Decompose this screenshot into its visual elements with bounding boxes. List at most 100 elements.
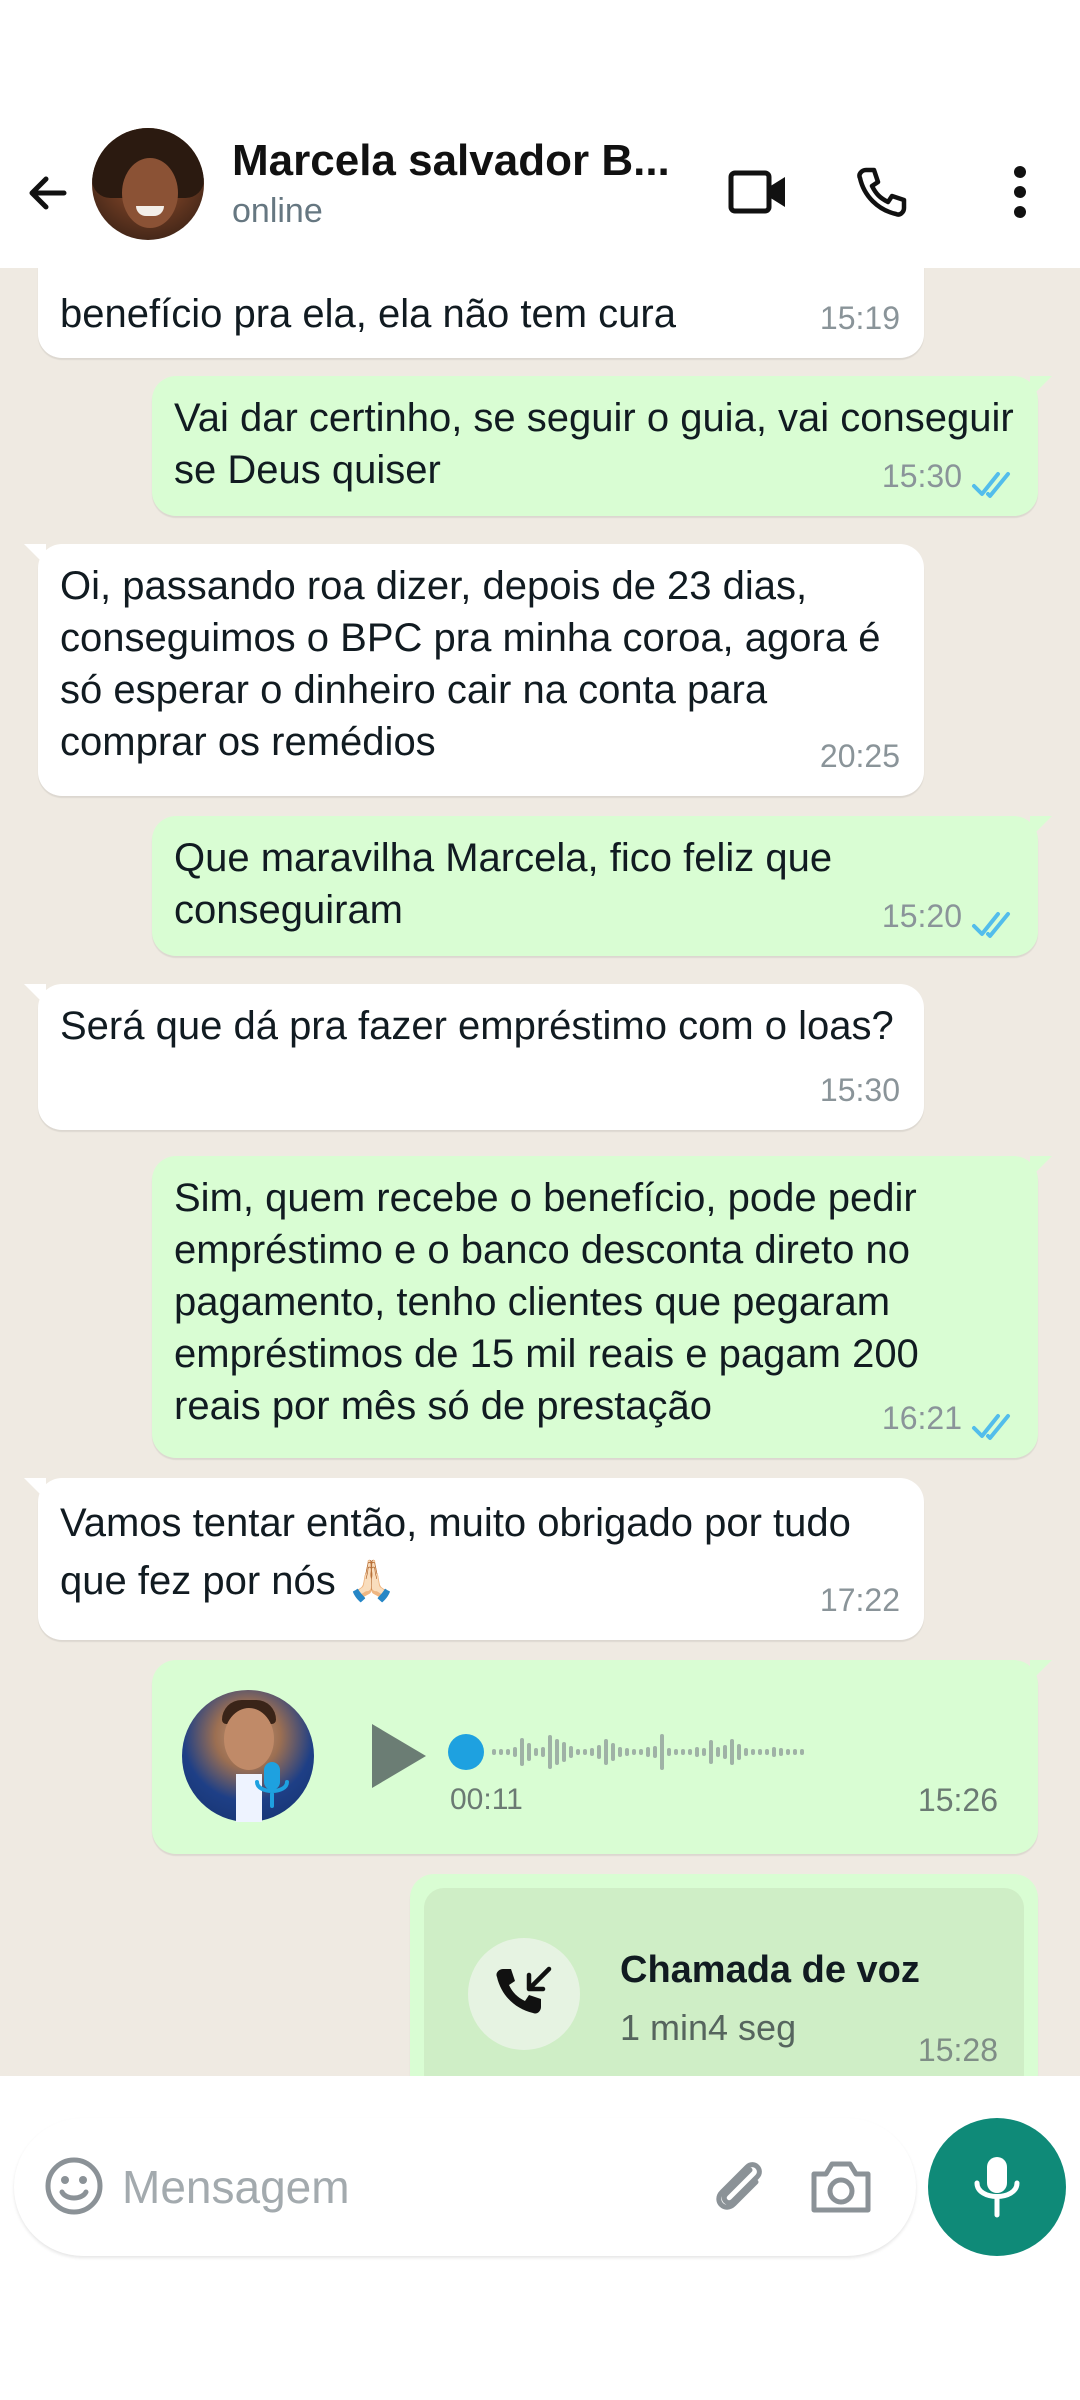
waveform-bar bbox=[737, 1744, 741, 1760]
voice-message-bubble[interactable]: 00:11 15:26 bbox=[152, 1660, 1052, 1854]
message-bubble-incoming[interactable]: Oi, passando roa dizer, depois de 23 dia… bbox=[24, 544, 924, 796]
call-log-bubble[interactable]: Chamada de voz 1 min4 seg 15:28 bbox=[410, 1874, 1038, 2076]
video-camera-icon bbox=[728, 170, 785, 214]
playback-position-dot bbox=[448, 1734, 484, 1770]
phone-icon bbox=[857, 167, 907, 217]
waveform-bar bbox=[674, 1749, 678, 1755]
waveform-bar bbox=[492, 1749, 496, 1755]
message-bubble-outgoing[interactable]: Vai dar certinho, se seguir o guia, vai … bbox=[152, 376, 1052, 516]
more-vertical-icon bbox=[1014, 166, 1026, 218]
waveform-bar bbox=[716, 1747, 720, 1757]
video-call-button[interactable] bbox=[722, 156, 794, 228]
message-time: 15:19 bbox=[819, 300, 900, 336]
message-text: Vamos tentar então, muito obrigado por t… bbox=[60, 1501, 851, 1603]
contact-name[interactable]: Marcela salvador B... bbox=[232, 136, 692, 186]
read-receipt-icon bbox=[972, 472, 1010, 498]
waveform-bar bbox=[786, 1749, 790, 1755]
waveform-bar bbox=[709, 1740, 713, 1764]
call-time: 15:28 bbox=[917, 2032, 998, 2068]
status-bar bbox=[0, 0, 1080, 120]
sender-avatar bbox=[182, 1690, 314, 1822]
waveform-bar bbox=[793, 1749, 797, 1755]
message-bubble-incoming[interactable]: Será que dá pra fazer empréstimo com o l… bbox=[24, 984, 924, 1130]
message-time: 15:30 bbox=[819, 1072, 900, 1108]
waveform-bar bbox=[527, 1743, 531, 1761]
waveform-bar bbox=[730, 1739, 734, 1765]
message-time: 17:22 bbox=[819, 1582, 900, 1618]
call-log-card[interactable]: Chamada de voz 1 min4 seg 15:28 bbox=[424, 1888, 1024, 2076]
play-icon[interactable] bbox=[362, 1718, 432, 1794]
microphone-icon bbox=[974, 2157, 1020, 2218]
waveform-bar bbox=[723, 1745, 727, 1759]
message-composer bbox=[14, 2118, 916, 2256]
message-text: Oi, passando roa dizer, depois de 23 dia… bbox=[60, 564, 881, 764]
waveform-bar bbox=[583, 1749, 587, 1755]
waveform-bar bbox=[499, 1749, 503, 1755]
waveform-bar bbox=[744, 1748, 748, 1756]
contact-avatar[interactable] bbox=[92, 128, 204, 240]
read-receipt-icon bbox=[972, 912, 1010, 938]
message-time: 15:30 bbox=[881, 458, 962, 494]
paperclip-icon[interactable] bbox=[704, 2152, 774, 2222]
message-time: 15:20 bbox=[881, 898, 962, 934]
waveform-bar bbox=[590, 1748, 594, 1756]
waveform-bar bbox=[702, 1748, 706, 1756]
message-bubble-incoming[interactable]: benefício pra ela, ela não tem cura 15:1… bbox=[38, 268, 924, 358]
waveform-bar bbox=[604, 1739, 608, 1765]
message-bubble-incoming[interactable]: Vamos tentar então, muito obrigado por t… bbox=[24, 1478, 924, 1640]
chat-header: Marcela salvador B... online bbox=[0, 120, 1080, 268]
waveform-bar bbox=[765, 1749, 769, 1755]
waveform-bar bbox=[548, 1735, 552, 1769]
emoji-icon[interactable] bbox=[42, 2154, 106, 2218]
message-time: 20:25 bbox=[819, 738, 900, 774]
waveform-bar bbox=[646, 1747, 650, 1757]
voice-duration: 00:11 bbox=[450, 1783, 523, 1816]
chat-area[interactable]: benefício pra ela, ela não tem cura 15:1… bbox=[0, 268, 1080, 2076]
voice-call-button[interactable] bbox=[846, 156, 918, 228]
camera-icon[interactable] bbox=[806, 2152, 876, 2222]
waveform-bar bbox=[555, 1739, 559, 1765]
call-duration: 1 min4 seg bbox=[620, 2007, 797, 2048]
incoming-call-icon bbox=[496, 1966, 552, 2014]
arrow-left-icon bbox=[29, 176, 67, 210]
read-receipt-icon bbox=[972, 1414, 1010, 1440]
waveform-bar bbox=[597, 1745, 601, 1759]
waveform-bar bbox=[681, 1749, 685, 1755]
waveform-bar bbox=[520, 1738, 524, 1766]
microphone-icon bbox=[255, 1762, 289, 1808]
contact-status: online bbox=[232, 192, 323, 230]
waveform-bar bbox=[758, 1749, 762, 1755]
waveform-bar bbox=[779, 1748, 783, 1756]
waveform-bar bbox=[660, 1734, 664, 1770]
waveform-bar bbox=[632, 1749, 636, 1755]
waveform-bar bbox=[695, 1747, 699, 1757]
more-options-button[interactable] bbox=[984, 156, 1056, 228]
waveform-bar bbox=[751, 1749, 755, 1755]
waveform-bar bbox=[653, 1746, 657, 1758]
waveform-bar bbox=[569, 1746, 573, 1758]
call-title: Chamada de voz bbox=[620, 1949, 920, 1991]
navigation-bar-area bbox=[0, 2270, 1080, 2400]
waveform-bar bbox=[506, 1749, 510, 1755]
voice-waveform[interactable] bbox=[448, 1722, 814, 1782]
call-icon-badge bbox=[468, 1938, 580, 2050]
waveform-bar bbox=[576, 1749, 580, 1755]
waveform-bar bbox=[611, 1743, 615, 1761]
message-bubble-outgoing[interactable]: Sim, quem recebe o benefício, pode pedir… bbox=[152, 1156, 1052, 1458]
message-bubble-outgoing[interactable]: Que maravilha Marcela, fico feliz que co… bbox=[152, 816, 1052, 956]
waveform-bar bbox=[534, 1748, 538, 1756]
waveform-bar bbox=[772, 1747, 776, 1757]
message-text: benefício pra ela, ela não tem cura bbox=[60, 292, 676, 336]
message-text: Será que dá pra fazer empréstimo com o l… bbox=[60, 1004, 894, 1048]
waveform-bar bbox=[800, 1749, 804, 1755]
waveform-bar bbox=[562, 1742, 566, 1762]
voice-record-button[interactable] bbox=[928, 2118, 1066, 2256]
waveform-bar bbox=[541, 1747, 545, 1757]
message-time: 15:26 bbox=[917, 1782, 998, 1818]
waveform-bar bbox=[667, 1748, 671, 1756]
message-time: 16:21 bbox=[881, 1400, 962, 1436]
back-button[interactable] bbox=[20, 158, 76, 228]
message-input[interactable] bbox=[122, 2144, 682, 2230]
waveform-bar bbox=[625, 1748, 629, 1756]
waveform-bar bbox=[688, 1749, 692, 1755]
